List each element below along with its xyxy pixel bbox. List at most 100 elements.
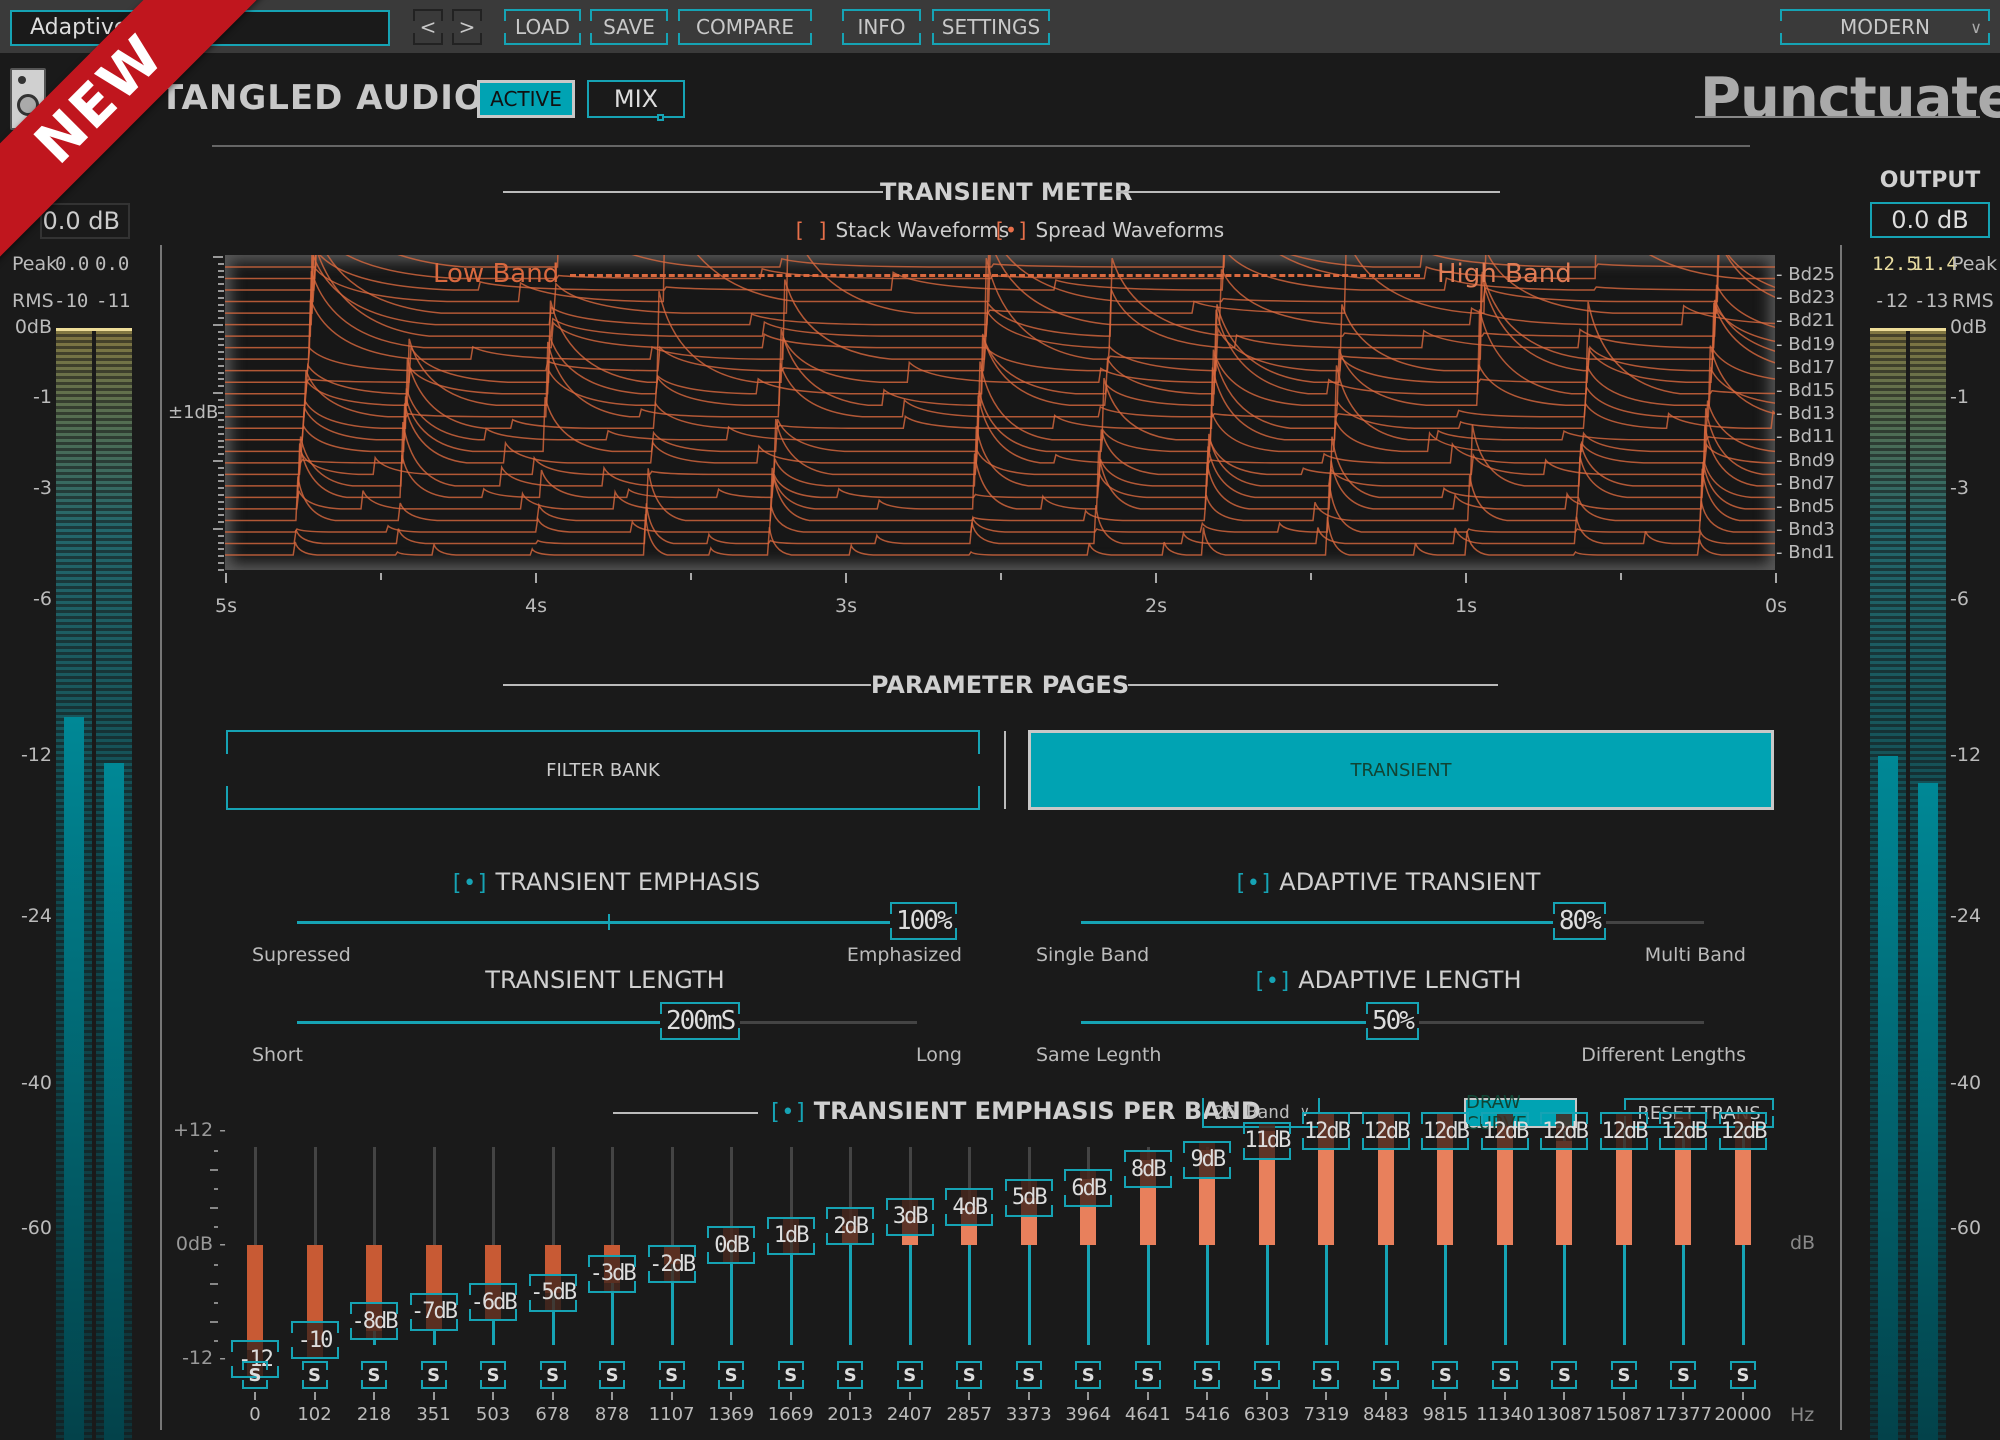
spread-checkbox-icon[interactable]: [•] xyxy=(993,218,1029,242)
band-waveform xyxy=(225,467,1775,522)
settings-button[interactable]: SETTINGS xyxy=(932,9,1050,45)
y-tick xyxy=(218,446,224,449)
per-band-label: TRANSIENT EMPHASIS PER BAND xyxy=(813,1097,1261,1125)
y-tick xyxy=(218,385,224,388)
band-solo-button[interactable]: S xyxy=(480,1361,507,1389)
band-value[interactable]: 12dB xyxy=(1659,1112,1708,1150)
transient-emphasis-checkbox[interactable]: [•] xyxy=(450,871,490,896)
y-tick xyxy=(218,290,224,292)
compare-button[interactable]: COMPARE xyxy=(678,9,812,45)
info-button[interactable]: INFO xyxy=(842,9,921,45)
next-preset-button[interactable]: > xyxy=(452,9,482,45)
band-solo-button[interactable]: S xyxy=(777,1361,804,1389)
per-band-checkbox[interactable]: [•] xyxy=(768,1100,808,1125)
style-dropdown[interactable]: MODERN ∨ xyxy=(1780,9,1990,45)
adaptive-transient-checkbox[interactable]: [•] xyxy=(1234,871,1274,896)
adaptive-transient-slider[interactable]: 80% xyxy=(1081,902,1704,940)
band-solo-button[interactable]: S xyxy=(1610,1361,1637,1389)
save-button[interactable]: SAVE xyxy=(590,9,668,45)
band-solo-button[interactable]: S xyxy=(1075,1361,1102,1389)
band-solo-button[interactable]: S xyxy=(1372,1361,1399,1389)
meter-scale-label: -40 xyxy=(1950,1072,1982,1095)
band-solo-button[interactable]: S xyxy=(599,1361,626,1389)
band-value[interactable]: 1dB xyxy=(766,1216,815,1255)
adaptive-transient-value[interactable]: 80% xyxy=(1552,902,1606,940)
time-tick xyxy=(225,573,227,583)
band-solo-button[interactable]: S xyxy=(361,1361,388,1389)
band-solo-button[interactable]: S xyxy=(539,1361,566,1389)
band-solo-button[interactable]: S xyxy=(1730,1361,1756,1389)
spread-waveforms-option[interactable]: [•] Spread Waveforms xyxy=(993,218,1224,242)
input-gain-field[interactable]: 0.0 dB xyxy=(40,203,130,239)
band-value[interactable]: 3dB xyxy=(885,1197,934,1236)
y-tick xyxy=(218,487,224,490)
band-solo-button[interactable]: S xyxy=(658,1361,685,1389)
input-rms-label: RMS xyxy=(12,290,54,312)
band-value[interactable]: 12dB xyxy=(1480,1112,1529,1150)
band-value[interactable]: -7dB xyxy=(409,1292,458,1331)
band-value[interactable]: 5dB xyxy=(1004,1178,1053,1217)
band-solo-button[interactable]: S xyxy=(718,1361,745,1389)
band-value[interactable]: 12dB xyxy=(1302,1112,1351,1150)
band-value[interactable]: -8dB xyxy=(350,1302,399,1340)
time-tick xyxy=(845,573,847,583)
band-solo-button[interactable]: S xyxy=(1253,1361,1280,1389)
prev-preset-button[interactable]: < xyxy=(413,9,443,45)
band-solo-button[interactable]: S xyxy=(1194,1361,1221,1389)
transient-length-slider[interactable]: 200mS xyxy=(297,1002,917,1040)
header-divider xyxy=(212,145,1750,147)
time-tick xyxy=(1465,573,1467,583)
output-peak-label: Peak xyxy=(1952,253,1998,275)
band-value[interactable]: 12dB xyxy=(1540,1112,1589,1150)
transient-emphasis-label: TRANSIENT EMPHASIS xyxy=(495,868,761,896)
load-button[interactable]: LOAD xyxy=(504,9,581,45)
transient-emphasis-value[interactable]: 100% xyxy=(890,902,957,940)
band-solo-button[interactable]: S xyxy=(301,1361,328,1389)
band-value[interactable]: 4dB xyxy=(945,1188,994,1226)
adaptive-length-checkbox[interactable]: [•] xyxy=(1252,969,1292,994)
tab-filter-bank[interactable]: FILTER BANK xyxy=(226,730,980,810)
band-value[interactable]: -3dB xyxy=(588,1254,637,1293)
band-value[interactable]: -5dB xyxy=(528,1273,577,1312)
band-solo-button[interactable]: S xyxy=(1015,1361,1042,1389)
mix-toggle[interactable]: MIX xyxy=(587,80,685,121)
band-value[interactable]: 0dB xyxy=(707,1226,756,1264)
band-solo-button[interactable]: S xyxy=(1491,1361,1518,1389)
band-solo-button[interactable]: S xyxy=(1432,1361,1459,1389)
transient-emphasis-slider[interactable]: 100% xyxy=(297,902,957,940)
band-value[interactable]: 9dB xyxy=(1183,1140,1232,1179)
meter-level-right xyxy=(104,762,124,1440)
adaptive-length-value[interactable]: 50% xyxy=(1366,1002,1419,1040)
band-value[interactable]: -2dB xyxy=(647,1245,696,1283)
band-freq-tick xyxy=(1146,1392,1149,1400)
band-solo-button[interactable]: S xyxy=(242,1361,268,1389)
active-toggle[interactable]: ACTIVE xyxy=(477,80,575,118)
tab-transient[interactable]: TRANSIENT xyxy=(1028,730,1774,810)
time-tick xyxy=(535,573,537,583)
band-value[interactable]: 12dB xyxy=(1421,1112,1470,1150)
transient-length-value[interactable]: 200mS xyxy=(660,1002,741,1040)
band-value[interactable]: 12dB xyxy=(1599,1112,1648,1150)
band-value[interactable]: 2dB xyxy=(826,1207,875,1245)
band-value[interactable]: 8dB xyxy=(1123,1150,1172,1188)
y-tick xyxy=(218,337,224,340)
band-solo-button[interactable]: S xyxy=(956,1361,983,1389)
band-value[interactable]: 11dB xyxy=(1242,1121,1291,1160)
band-solo-button[interactable]: S xyxy=(896,1361,923,1389)
band-value[interactable]: 12dB xyxy=(1719,1112,1767,1150)
band-value[interactable]: 6dB xyxy=(1064,1169,1113,1207)
output-gain-field[interactable]: 0.0 dB xyxy=(1870,202,1990,238)
band-value[interactable]: 12dB xyxy=(1361,1112,1410,1150)
band-value[interactable]: -10 xyxy=(290,1321,339,1359)
band-solo-button[interactable]: S xyxy=(420,1361,447,1389)
adaptive-length-slider[interactable]: 50% xyxy=(1081,1002,1704,1040)
band-activity-bar xyxy=(247,1245,263,1350)
stack-checkbox-icon[interactable]: [ ] xyxy=(793,218,829,242)
band-solo-button[interactable]: S xyxy=(1313,1361,1340,1389)
band-solo-button[interactable]: S xyxy=(1670,1361,1697,1389)
band-solo-button[interactable]: S xyxy=(1134,1361,1161,1389)
band-solo-button[interactable]: S xyxy=(1551,1361,1578,1389)
stack-waveforms-option[interactable]: [ ] Stack Waveforms xyxy=(793,218,1009,242)
band-solo-button[interactable]: S xyxy=(837,1361,864,1389)
band-value[interactable]: -6dB xyxy=(469,1283,518,1321)
